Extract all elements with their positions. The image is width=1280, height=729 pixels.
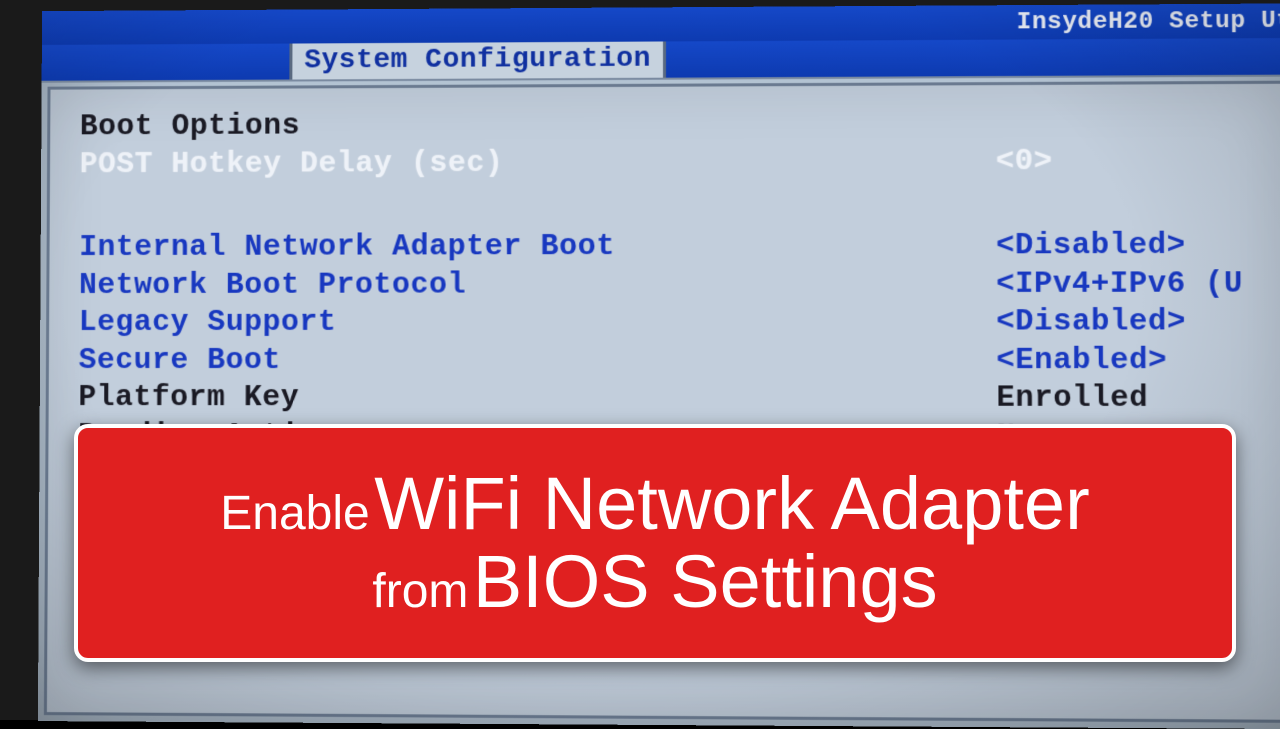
caption-line-1: Enable WiFi Network Adapter <box>220 465 1089 543</box>
row-legacy-support[interactable]: Legacy Support <Disabled> <box>79 304 1253 343</box>
row-secure-boot[interactable]: Secure Boot <Enabled> <box>79 342 1254 380</box>
label-secure-boot: Secure Boot <box>79 342 997 380</box>
label-platform-key: Platform Key <box>78 380 996 418</box>
spacer <box>79 181 1252 231</box>
tab-system-configuration[interactable]: System Configuration <box>289 41 666 79</box>
caption-line-2: from BIOS Settings <box>372 543 937 621</box>
value-boot-options <box>996 130 1252 131</box>
bios-utility-title: InsydeH20 Setup Ut <box>1017 8 1280 37</box>
caption-overlay: Enable WiFi Network Adapter from BIOS Se… <box>74 424 1236 662</box>
row-platform-key[interactable]: Platform Key Enrolled <box>78 380 1253 419</box>
monitor-frame: InsydeH20 Setup Ut System Configuration … <box>0 0 1280 720</box>
label-post-hotkey: POST Hotkey Delay (sec) <box>80 143 996 184</box>
tab-label: System Configuration <box>304 44 651 77</box>
label-net-proto: Network Boot Protocol <box>79 266 996 305</box>
value-secure-boot: <Enabled> <box>996 342 1253 380</box>
caption-w3: from <box>372 565 468 618</box>
row-network-boot-protocol[interactable]: Network Boot Protocol <IPv4+IPv6 (U <box>79 266 1253 305</box>
value-platform-key: Enrolled <box>996 380 1253 418</box>
row-boot-options[interactable]: Boot Options <box>80 104 1252 147</box>
label-boot-options: Boot Options <box>80 105 996 146</box>
bios-tab-strip: System Configuration <box>42 38 1280 83</box>
caption-w4: BIOS Settings <box>473 540 938 623</box>
value-legacy: <Disabled> <box>996 304 1253 342</box>
caption-w1: Enable <box>220 487 369 540</box>
label-legacy: Legacy Support <box>79 304 997 342</box>
value-net-proto: <IPv4+IPv6 (U <box>996 266 1253 304</box>
row-post-hotkey-delay[interactable]: POST Hotkey Delay (sec) <0> <box>80 142 1253 184</box>
caption-w2: WiFi Network Adapter <box>374 462 1090 545</box>
value-internal-net: <Disabled> <box>996 227 1253 266</box>
value-post-hotkey: <0> <box>996 142 1252 181</box>
row-internal-network-adapter-boot[interactable]: Internal Network Adapter Boot <Disabled> <box>79 227 1253 267</box>
label-internal-net: Internal Network Adapter Boot <box>79 228 996 268</box>
